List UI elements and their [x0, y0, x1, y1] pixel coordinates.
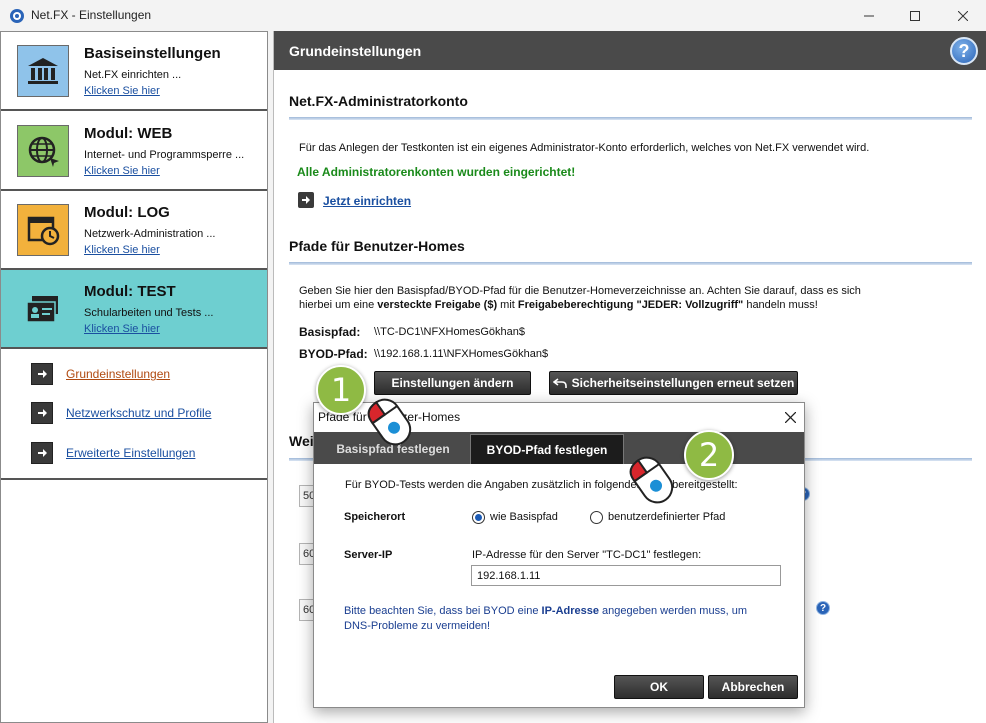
callout-badge-2: 2 — [684, 430, 734, 480]
server-ip-label: Server-IP — [344, 549, 393, 561]
paths-description-line1: Geben Sie hier den Basispfad/BYOD-Pfad f… — [299, 285, 861, 297]
module-link[interactable]: Klicken Sie hier — [84, 244, 160, 256]
nav-label: Netzwerkschutz und Profile — [66, 406, 212, 420]
app-icon — [10, 9, 24, 23]
close-button[interactable] — [940, 0, 986, 31]
minimize-button[interactable] — [846, 0, 892, 31]
sidebar: Basiseinstellungen Net.FX einrichten ...… — [0, 31, 268, 723]
arrow-right-icon — [31, 402, 53, 424]
weitere-heading-partial: Wei — [289, 433, 314, 449]
abbrechen-button[interactable]: Abbrechen — [708, 675, 798, 699]
title-bar: Net.FX - Einstellungen — [0, 0, 986, 31]
dialog-close-button[interactable] — [780, 407, 800, 427]
maximize-icon — [910, 10, 920, 21]
admin-heading: Net.FX-Administratorkonto — [289, 93, 468, 109]
admin-status: Alle Administratorenkonten wurden einger… — [297, 165, 576, 179]
paths-description-line2: hierbei um eine versteckte Freigabe ($) … — [299, 299, 818, 311]
module-basiseinstellungen[interactable]: Basiseinstellungen Net.FX einrichten ...… — [1, 32, 267, 111]
help-button[interactable]: ? — [950, 37, 978, 65]
module-link[interactable]: Klicken Sie hier — [84, 323, 160, 335]
ip-caption: IP-Adresse für den Server "TC-DC1" festl… — [472, 549, 702, 561]
callout-badge-1: 1 — [316, 365, 366, 415]
sidebar-divider — [1, 478, 267, 480]
nav-label: Erweiterte Einstellungen — [66, 446, 196, 460]
byod-note: Bitte beachten Sie, dass bei BYOD eine I… — [344, 605, 747, 632]
module-log[interactable]: Modul: LOG Netzwerk-Administration ... K… — [1, 191, 267, 270]
basispfad-value: \\TC-DC1\NFXHomesGökhan$ — [374, 326, 525, 338]
basispfad-label: Basispfad: — [299, 325, 361, 339]
main-header: Grundeinstellungen ? — [274, 31, 986, 70]
module-desc: Netzwerk-Administration ... — [84, 228, 216, 240]
window-title: Net.FX - Einstellungen — [31, 8, 152, 22]
module-title: Modul: LOG — [84, 204, 170, 221]
module-web[interactable]: Modul: WEB Internet- und Programmsperre … — [1, 112, 267, 191]
byod-pfad-label: BYOD-Pfad: — [299, 347, 368, 361]
nav-label: Grundeinstellungen — [66, 367, 171, 381]
speicherort-label: Speicherort — [344, 511, 406, 523]
module-desc: Schularbeiten und Tests ... — [84, 307, 214, 319]
module-title: Basiseinstellungen — [84, 45, 221, 62]
mouse-click-icon — [629, 456, 674, 504]
help-icon[interactable]: ? — [816, 601, 830, 615]
arrow-right-icon — [298, 192, 314, 208]
sicherheitseinstellungen-button[interactable]: Sicherheitseinstellungen erneut setzen — [549, 371, 798, 395]
close-icon — [958, 10, 968, 21]
arrow-right-icon — [31, 363, 53, 385]
module-link[interactable]: Klicken Sie hier — [84, 85, 160, 97]
paths-heading: Pfade für Benutzer-Homes — [289, 238, 465, 254]
id-card-icon — [17, 283, 69, 335]
module-desc: Internet- und Programmsperre ... — [84, 149, 245, 161]
section-divider — [289, 117, 972, 120]
minimize-icon — [864, 15, 874, 16]
clock-window-icon — [17, 204, 69, 256]
server-ip-input[interactable] — [471, 565, 781, 586]
close-icon — [784, 411, 796, 423]
module-link[interactable]: Klicken Sie hier — [84, 165, 160, 177]
arrow-right-icon — [31, 442, 53, 464]
bank-icon — [17, 45, 69, 97]
help-icon: ? — [958, 40, 970, 61]
ok-button[interactable]: OK — [614, 675, 704, 699]
byod-pfad-value: \\192.168.1.11\NFXHomesGökhan$ — [374, 348, 549, 360]
maximize-button[interactable] — [892, 0, 938, 31]
page-title: Grundeinstellungen — [289, 43, 422, 59]
module-desc: Net.FX einrichten ... — [84, 69, 182, 81]
mouse-click-icon — [367, 398, 412, 446]
undo-icon — [552, 378, 567, 388]
tab-byod-pfad[interactable]: BYOD-Pfad festlegen — [470, 434, 624, 464]
globe-icon — [17, 125, 69, 177]
section-divider — [289, 262, 972, 265]
module-title: Modul: WEB — [84, 125, 173, 142]
admin-description: Für das Anlegen der Testkonten ist ein e… — [299, 142, 870, 154]
action-label: Jetzt einrichten — [323, 194, 412, 208]
module-title: Modul: TEST — [84, 283, 176, 300]
module-test[interactable]: Modul: TEST Schularbeiten und Tests ... … — [1, 270, 267, 349]
